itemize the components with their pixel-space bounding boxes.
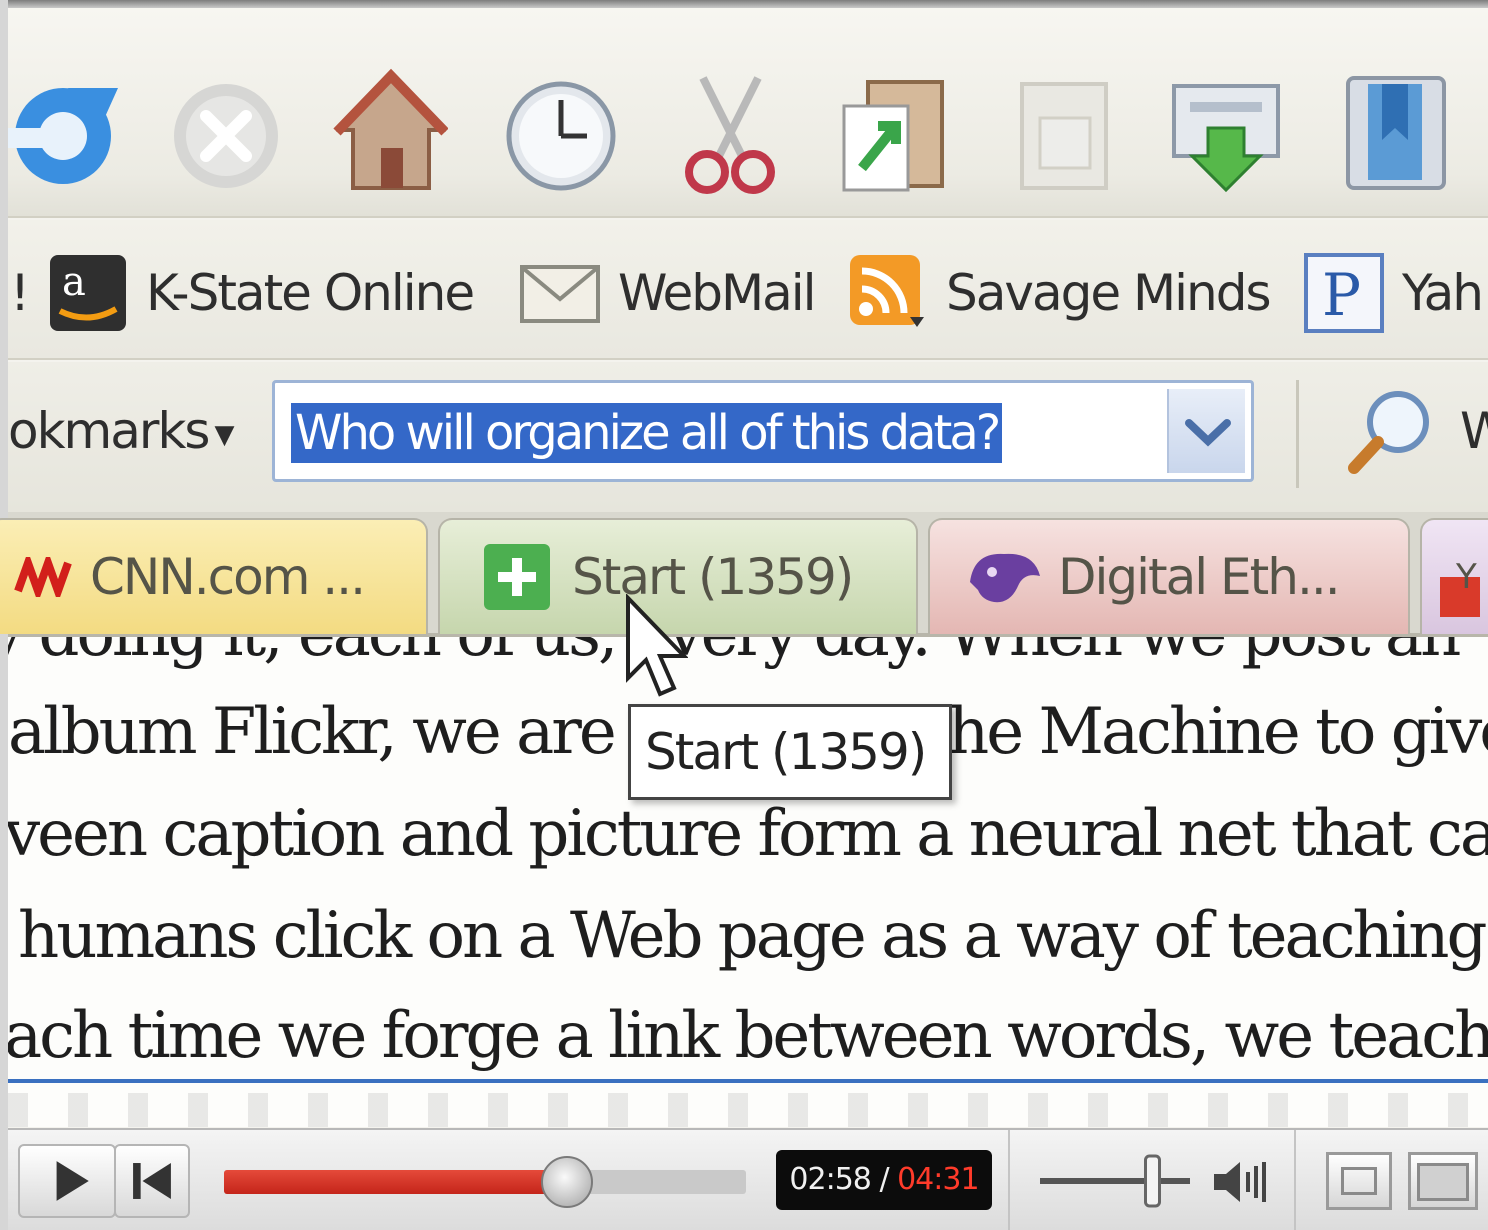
text-line: ach time we forge a link between words, … [8,999,1488,1073]
browser-toolbar [8,8,1488,218]
chevron-down-icon [1185,419,1231,447]
plus-icon [484,544,550,610]
bookmarks-bar: ! a K-State Online WebMail Savage Minds … [8,220,1488,360]
p-icon: P [1304,253,1384,333]
save-icon[interactable] [1168,68,1283,198]
expand-window-icon [1417,1163,1469,1201]
controls-divider [1294,1130,1296,1230]
video-player-controls: 02:58 / 04:31 [8,1128,1488,1230]
bookmark-webmail[interactable]: WebMail [520,248,817,338]
mouse-cursor-icon [626,594,688,697]
volume-slider[interactable] [1038,1150,1198,1212]
caret-down-icon: ▼ [214,419,234,450]
duration: 04:31 [897,1162,979,1197]
bookmark-label: Savage Minds [946,264,1272,322]
rss-icon [850,255,924,327]
text-line: humans click on a Web page as a way of t… [18,899,1487,973]
text-line: veen caption and picture form a neural n… [8,797,1488,871]
tab-yahoo[interactable]: Y [1420,518,1488,634]
toolbar-separator [1296,380,1299,488]
normal-size-button[interactable] [1326,1152,1392,1210]
cnn-icon [14,557,72,597]
amazon-icon: a [50,255,126,331]
search-value[interactable]: Who will organize all of this data? [291,403,1003,463]
search-row: okmarks ▼ Who will organize all of this d… [8,362,1488,512]
text-line: album Flickr, we are [8,695,617,769]
clipped-text-line [8,1093,1488,1127]
play-button[interactable] [18,1144,116,1218]
refresh-icon[interactable] [8,68,123,198]
tab-label: CNN.com ... [90,548,366,606]
window-border [0,0,1488,8]
kstate-wildcat-icon [970,553,1040,603]
clipped-text-line: y doing it, each of us, every day. When … [8,637,1461,671]
window-icon [1341,1167,1377,1195]
controls-divider [1008,1130,1010,1230]
history-icon[interactable] [503,68,618,198]
tab-label: Start (1359) [572,548,854,606]
tab-strip: CNN.com ... Start (1359) Digital Eth... … [0,512,1488,637]
progress-fill [224,1170,567,1194]
bookmark-label: Yah [1402,264,1484,322]
play-icon [56,1161,89,1201]
stop-icon[interactable] [168,68,283,198]
bookmark-icon[interactable] [1338,68,1453,198]
search-icon[interactable] [1342,384,1437,479]
mail-icon [520,265,600,323]
bookmark-label: K-State Online [146,264,475,322]
horizontal-rule [8,1079,1488,1083]
progress-track[interactable] [224,1170,746,1194]
expanded-size-button[interactable] [1408,1152,1478,1210]
bookmarks-menu[interactable]: okmarks ▼ [8,402,234,460]
bookmark-fragment-label: ! [10,264,30,322]
search-history-dropdown[interactable] [1167,389,1245,473]
time-separator: / [879,1162,889,1197]
current-time: 02:58 [789,1162,871,1197]
bookmark-fragment[interactable]: ! [10,248,30,338]
restart-button[interactable] [114,1144,190,1218]
text-line: he Machine to give [948,695,1488,769]
tab-label: Digital Eth... [1058,548,1341,606]
tab-tooltip: Start (1359) [628,704,952,800]
bookmark-yahoo[interactable]: P Yah [1304,248,1484,338]
tooltip-text: Start (1359) [645,723,927,781]
svg-text:P: P [1322,261,1361,329]
tab-digital-ethnography[interactable]: Digital Eth... [928,518,1410,634]
speaker-icon[interactable] [1208,1154,1272,1210]
video-frame: ! a K-State Online WebMail Savage Minds … [0,0,1488,1230]
bookmarks-menu-label: okmarks [8,402,210,460]
bookmark-savage-minds[interactable]: Savage Minds [848,248,1272,338]
skip-back-icon [133,1163,171,1199]
bookmark-label: WebMail [618,264,817,322]
paste-icon[interactable] [1008,68,1123,198]
scrubber-handle[interactable] [540,1156,593,1208]
home-icon[interactable] [333,68,449,198]
copy-icon[interactable] [838,68,953,198]
time-display: 02:58 / 04:31 [776,1150,992,1210]
search-go-label[interactable]: W [1460,402,1488,460]
svg-text:a: a [62,259,86,305]
tab-label: Y [1456,557,1477,597]
cut-icon[interactable] [673,68,788,198]
tab-cnn[interactable]: CNN.com ... [0,518,428,634]
bookmark-k-state-online[interactable]: a K-State Online [48,248,475,338]
search-input[interactable]: Who will organize all of this data? [272,380,1254,482]
